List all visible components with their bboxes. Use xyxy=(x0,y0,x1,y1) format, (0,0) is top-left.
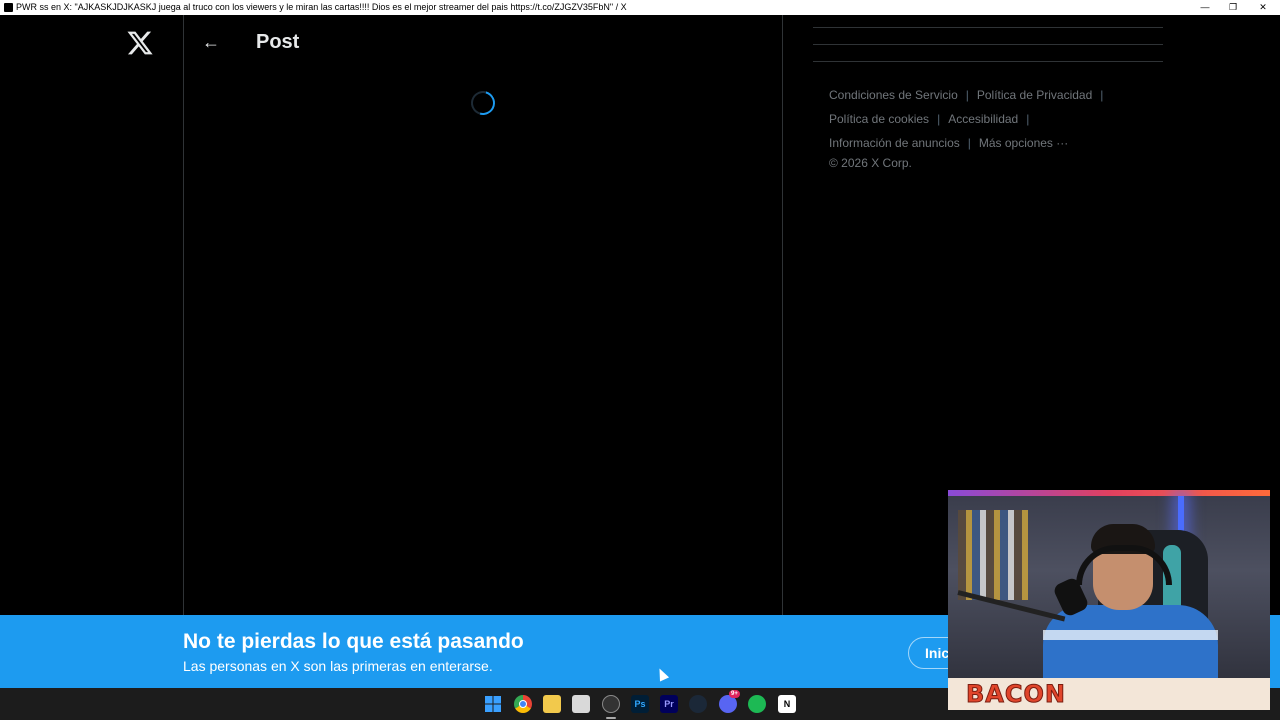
separator: | xyxy=(967,136,971,150)
separator: | xyxy=(1026,112,1030,126)
file-explorer-icon[interactable] xyxy=(543,695,561,713)
spotify-icon[interactable] xyxy=(748,695,766,713)
divider xyxy=(813,44,1163,45)
premiere-icon[interactable]: Pr xyxy=(660,695,678,713)
left-nav xyxy=(0,15,184,615)
copyright: © 2026 X Corp. xyxy=(829,156,912,170)
obs-icon[interactable] xyxy=(602,695,620,713)
close-button[interactable]: ✕ xyxy=(1248,0,1278,15)
divider xyxy=(813,27,1163,28)
page-title: Post xyxy=(256,31,300,53)
privacy-link[interactable]: Política de Privacidad xyxy=(977,83,1092,107)
divider xyxy=(813,61,1163,62)
snipping-tool-icon[interactable] xyxy=(572,695,590,713)
footer-row: Política de cookies | Accesibilidad | xyxy=(829,107,1149,131)
right-sidebar: Condiciones de Servicio | Política de Priv… xyxy=(813,15,1163,170)
ads-info-link[interactable]: Información de anuncios xyxy=(829,131,960,155)
window-title: PWR ss en X: "AJKASKJDJKASKJ juega al tr… xyxy=(16,2,627,12)
discord-icon[interactable]: 9+ xyxy=(719,690,740,713)
more-options-link[interactable]: Más opciones ··· xyxy=(979,131,1068,155)
streamer-shirt xyxy=(1043,605,1218,685)
restore-button[interactable]: ❐ xyxy=(1218,0,1248,15)
notion-icon[interactable]: N xyxy=(778,695,796,713)
chrome-icon[interactable] xyxy=(514,695,532,713)
loading-spinner-icon xyxy=(466,86,500,120)
active-indicator xyxy=(606,717,616,719)
steam-icon[interactable] xyxy=(689,695,707,713)
main-column: ← Post xyxy=(184,15,783,615)
separator: | xyxy=(965,88,969,102)
streamer-name-bar: BACON xyxy=(948,678,1270,710)
x-logo-icon[interactable] xyxy=(126,29,154,57)
back-button[interactable]: ← xyxy=(198,29,224,55)
accessibility-link[interactable]: Accesibilidad xyxy=(948,107,1018,131)
minimize-button[interactable]: — xyxy=(1190,0,1220,15)
banner-subtitle: Las personas en X son las primeras en en… xyxy=(183,658,493,674)
windows-start-icon[interactable] xyxy=(484,695,502,713)
shirt-stripe xyxy=(1043,630,1218,640)
photoshop-icon[interactable]: Ps xyxy=(631,695,649,713)
x-app-icon xyxy=(4,3,13,12)
footer-row: Información de anuncios | Más opciones ··· xyxy=(829,131,1149,155)
webcam-overlay: BACON xyxy=(948,490,1270,710)
footer-row: Condiciones de Servicio | Política de Priv… xyxy=(829,83,1149,107)
separator: | xyxy=(937,112,941,126)
banner-title: No te pierdas lo que está pasando xyxy=(183,630,524,653)
cookies-link[interactable]: Política de cookies xyxy=(829,107,929,131)
terms-link[interactable]: Condiciones de Servicio xyxy=(829,83,958,107)
window-title-bar[interactable]: PWR ss en X: "AJKASKJDJKASKJ juega al tr… xyxy=(0,0,1280,15)
clothes-rack xyxy=(958,510,1028,600)
discord-badge: 9+ xyxy=(729,690,740,698)
streamer-name: BACON xyxy=(966,680,1066,709)
separator: | xyxy=(1100,88,1104,102)
footer-links: Condiciones de Servicio | Política de Priv… xyxy=(829,83,1149,171)
